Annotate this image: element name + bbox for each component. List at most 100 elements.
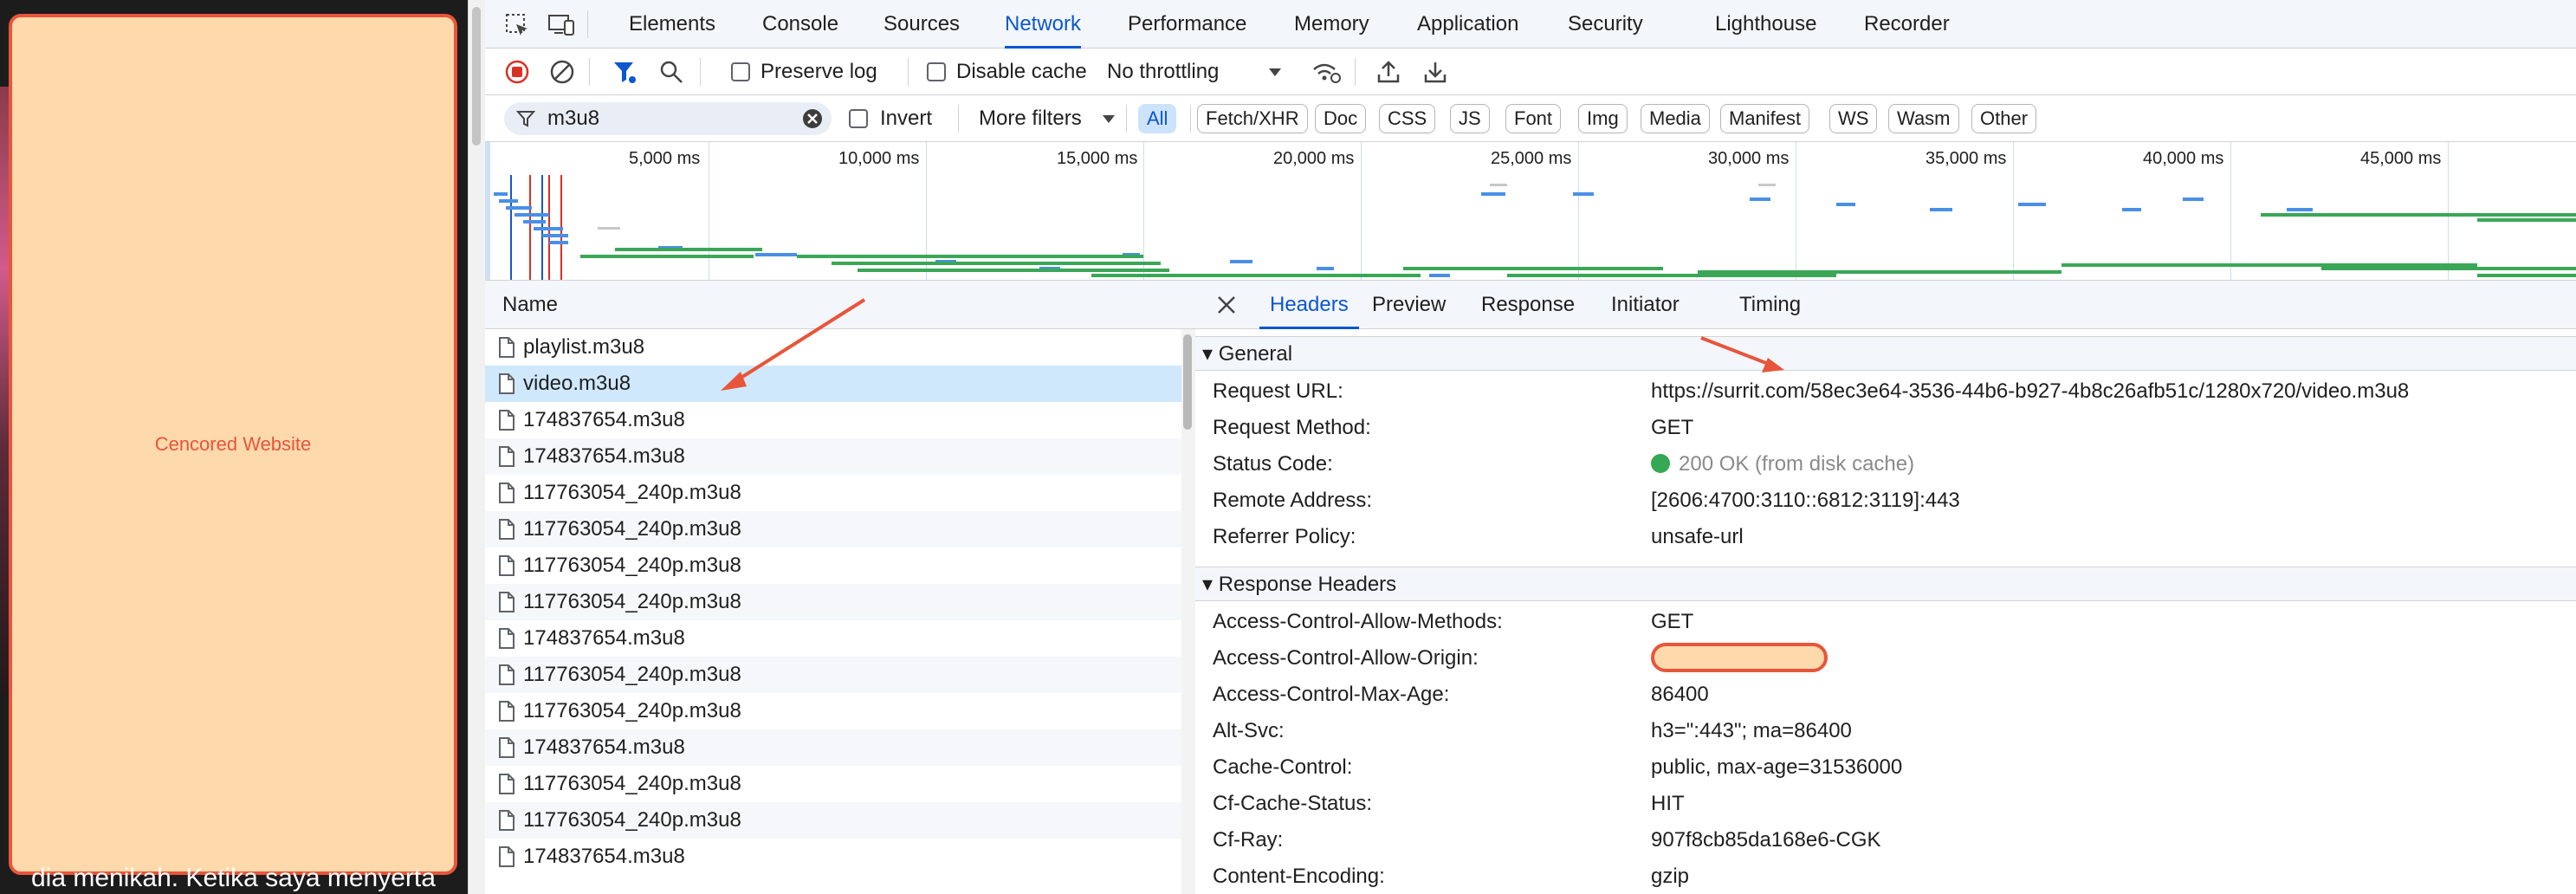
filter-divider [958, 105, 959, 133]
tab-console[interactable]: Console [762, 0, 838, 49]
toolbar-divider [1355, 58, 1356, 86]
tab-network[interactable]: Network [1005, 0, 1082, 49]
request-row[interactable]: 117763054_240p.m3u8 [485, 693, 1181, 729]
invert-label: Invert [880, 107, 933, 130]
request-row[interactable]: 174837654.m3u8 [485, 839, 1181, 875]
tab-lighthouse[interactable]: Lighthouse [1715, 0, 1816, 49]
request-row[interactable]: 117763054_240p.m3u8 [485, 511, 1181, 547]
throttling-select[interactable]: No throttling [1107, 49, 1219, 95]
request-name: 117763054_240p.m3u8 [523, 808, 741, 832]
header-value[interactable]: HIT [1651, 792, 1685, 816]
tab-response[interactable]: Response [1481, 281, 1575, 329]
request-row[interactable]: 174837654.m3u8 [485, 729, 1181, 766]
request-row[interactable]: 174837654.m3u8 [485, 402, 1181, 438]
close-icon[interactable] [1214, 293, 1239, 317]
page-scrollbar-thumb[interactable] [472, 7, 481, 146]
toolbar-divider [700, 58, 701, 86]
header-name: Content-Encoding: [1213, 865, 1385, 888]
request-row[interactable]: 117763054_240p.m3u8 [485, 475, 1181, 511]
filter-input[interactable]: m3u8 [504, 102, 832, 135]
header-value[interactable]: public, max-age=31536000 [1651, 755, 1902, 780]
filter-icon[interactable] [612, 59, 638, 85]
chip-fetch-xhr[interactable]: Fetch/XHR [1197, 104, 1308, 133]
header-value[interactable]: unsafe-url [1651, 525, 1744, 549]
request-row[interactable]: 174837654.m3u8 [485, 438, 1181, 475]
tab-headers[interactable]: Headers [1259, 281, 1359, 329]
header-name: Status Code: [1213, 452, 1333, 476]
file-icon [497, 664, 516, 685]
chip-doc[interactable]: Doc [1315, 104, 1367, 133]
chip-manifest[interactable]: Manifest [1720, 104, 1810, 133]
tab-initiator[interactable]: Initiator [1611, 281, 1680, 329]
request-row[interactable]: 117763054_240p.m3u8 [485, 657, 1181, 693]
stop-recording-icon[interactable] [504, 59, 530, 85]
tab-recorder[interactable]: Recorder [1864, 0, 1950, 49]
request-name: 174837654.m3u8 [523, 626, 685, 650]
preserve-log-checkbox[interactable] [731, 62, 750, 81]
header-value[interactable]: GET [1651, 610, 1693, 634]
chip-wasm[interactable]: Wasm [1888, 104, 1959, 133]
censored-value-overlay [1651, 643, 1828, 672]
chevron-down-icon[interactable] [1268, 68, 1282, 78]
chip-other[interactable]: Other [1971, 104, 2037, 133]
disable-cache-checkbox[interactable] [927, 62, 946, 81]
tab-preview[interactable]: Preview [1372, 281, 1446, 329]
website-footer-text: dia menikah. Ketika saya menyerta [31, 864, 436, 892]
tab-sources[interactable]: Sources [883, 0, 960, 49]
status-dot-icon [1651, 454, 1670, 473]
request-row[interactable]: playlist.m3u8 [485, 329, 1181, 366]
chevron-down-icon[interactable] [1102, 114, 1116, 125]
chip-css[interactable]: CSS [1379, 104, 1436, 133]
header-value[interactable]: h3=":443"; ma=86400 [1651, 719, 1852, 743]
inspect-element-icon[interactable] [504, 12, 530, 38]
request-name: 117763054_240p.m3u8 [523, 517, 741, 541]
import-har-icon[interactable] [1375, 59, 1401, 85]
clear-icon[interactable] [549, 59, 575, 85]
status-code-value[interactable]: 200 OK (from disk cache) [1651, 452, 1914, 476]
funnel-icon [516, 109, 535, 128]
chip-ws[interactable]: WS [1829, 104, 1878, 133]
tab-timing[interactable]: Timing [1739, 281, 1801, 329]
request-row[interactable]: 117763054_240p.m3u8 [485, 802, 1181, 839]
request-name: 174837654.m3u8 [523, 735, 685, 759]
tab-memory[interactable]: Memory [1294, 0, 1369, 49]
header-value[interactable]: https://surrit.com/58ec3e64-3536-44b6-b9… [1651, 379, 2409, 404]
header-value[interactable]: GET [1651, 416, 1693, 440]
request-row[interactable]: 117763054_240p.m3u8 [485, 547, 1181, 584]
tab-elements[interactable]: Elements [629, 0, 715, 49]
export-har-icon[interactable] [1422, 59, 1448, 85]
chip-media[interactable]: Media [1641, 104, 1710, 133]
chip-img[interactable]: Img [1578, 104, 1628, 133]
request-row[interactable]: video.m3u8 [485, 366, 1181, 402]
filter-value: m3u8 [547, 107, 600, 130]
header-value[interactable]: 907f8cb85da168e6-CGK [1651, 828, 1881, 852]
network-overview-timeline[interactable]: 5,000 ms 10,000 ms 15,000 ms 20,000 ms 2… [485, 142, 2576, 281]
column-header-name[interactable]: Name [485, 281, 1195, 329]
general-section-header[interactable]: ▾ General [1195, 336, 2576, 371]
file-icon [497, 446, 516, 467]
chip-font[interactable]: Font [1505, 104, 1562, 133]
header-name: Cf-Ray: [1213, 828, 1284, 852]
tab-performance[interactable]: Performance [1128, 0, 1246, 49]
file-icon [497, 737, 516, 758]
network-conditions-icon[interactable] [1311, 59, 1341, 85]
header-value[interactable]: [2606:4700:3110::6812:3119]:443 [1651, 489, 1960, 513]
request-row[interactable]: 117763054_240p.m3u8 [485, 584, 1181, 620]
response-headers-section-header[interactable]: ▾ Response Headers [1195, 567, 2576, 601]
device-toolbar-icon[interactable] [547, 12, 575, 38]
tab-security[interactable]: Security [1568, 0, 1643, 49]
more-filters-dropdown[interactable]: More filters [979, 95, 1082, 142]
disable-cache-label: Disable cache [956, 60, 1087, 83]
search-icon[interactable] [658, 59, 684, 85]
chip-js[interactable]: JS [1450, 104, 1490, 133]
clear-filter-icon[interactable] [802, 108, 823, 129]
tab-application[interactable]: Application [1417, 0, 1518, 49]
request-row[interactable]: 174837654.m3u8 [485, 620, 1181, 657]
request-list-scrollbar-thumb[interactable] [1183, 334, 1192, 430]
invert-checkbox[interactable] [849, 109, 868, 128]
header-value[interactable]: gzip [1651, 865, 1689, 889]
header-value[interactable]: 86400 [1651, 683, 1709, 707]
chip-all[interactable]: All [1138, 104, 1177, 133]
header-name: Alt-Svc: [1213, 719, 1285, 742]
request-row[interactable]: 117763054_240p.m3u8 [485, 766, 1181, 802]
